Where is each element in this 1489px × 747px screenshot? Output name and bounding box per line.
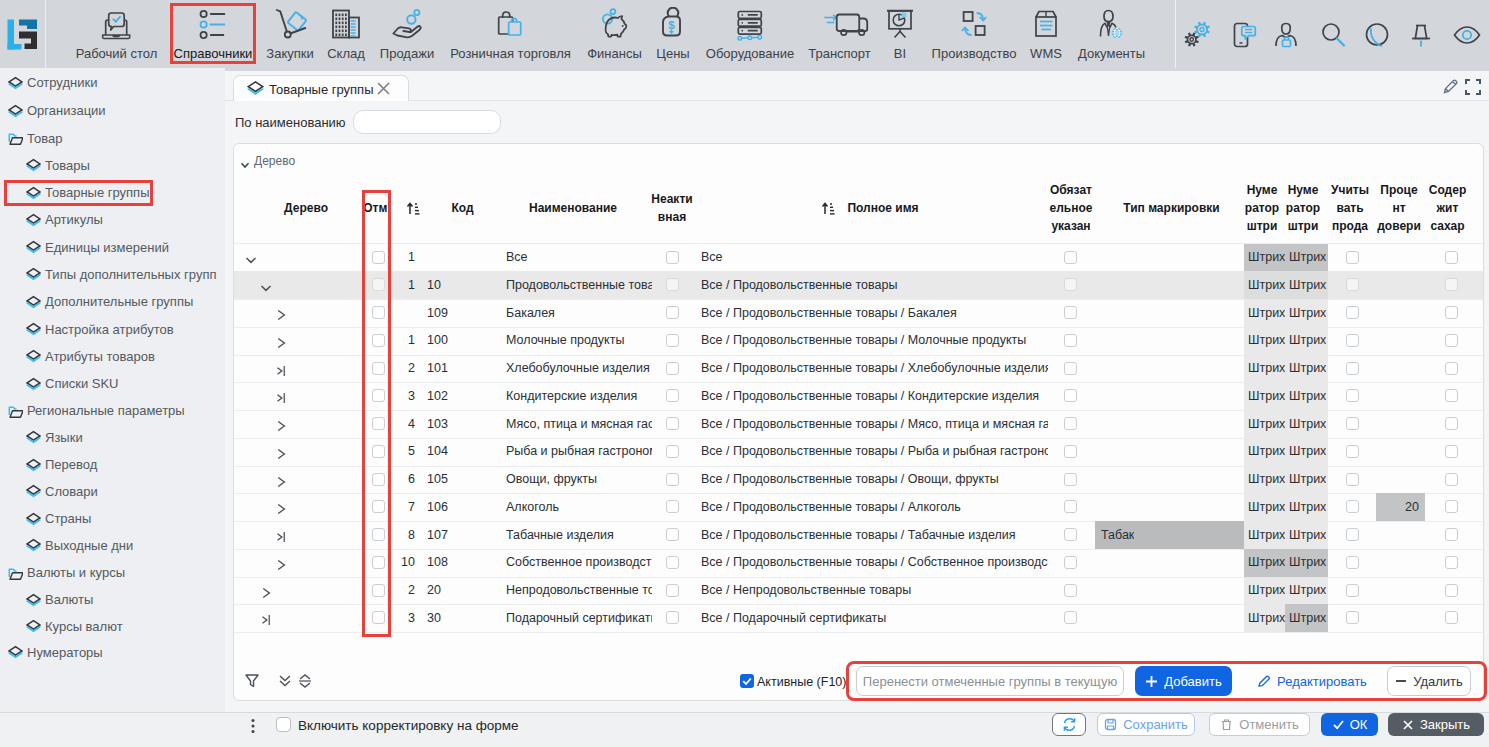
svg-text:$: $ bbox=[668, 19, 675, 31]
